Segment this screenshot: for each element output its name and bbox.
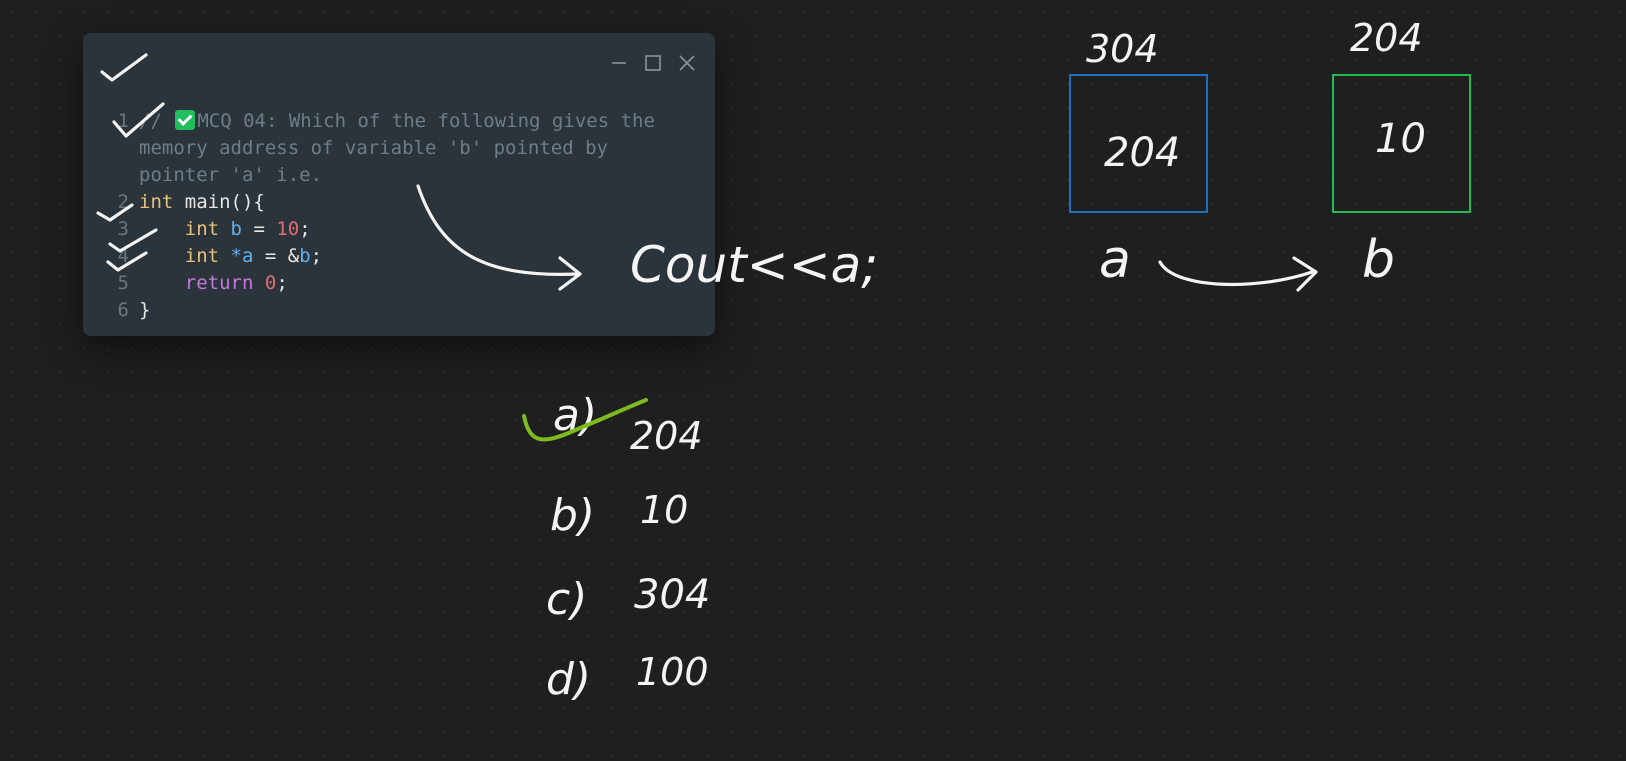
ink-strokes-layer — [96, 53, 1318, 442]
check-mark-icon — [100, 53, 148, 82]
curved-arrow-icon — [416, 184, 580, 276]
check-mark-icon — [112, 102, 165, 138]
check-mark-icon — [106, 251, 148, 272]
check-mark-icon — [108, 228, 158, 253]
check-mark-icon — [96, 203, 134, 222]
answer-check-mark-icon — [522, 398, 648, 442]
pointer-arrow-icon — [1158, 260, 1314, 287]
